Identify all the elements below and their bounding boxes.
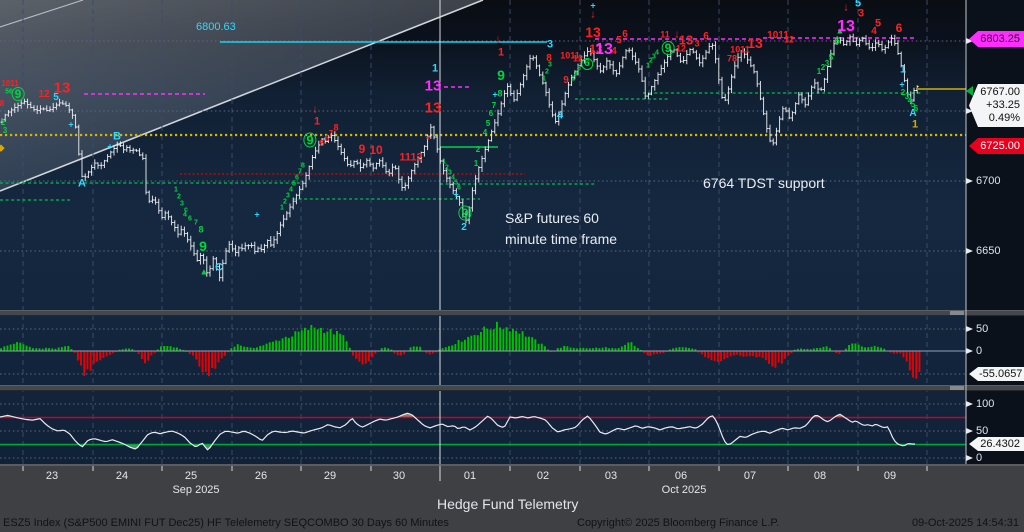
- bottom-band: [0, 464, 1024, 532]
- axis-strip-background: [966, 0, 1024, 464]
- divider-main-momentum[interactable]: [0, 310, 1024, 316]
- bloomberg-terminal-chart: 6803.25 6767.00 +33.25 0.49% 6725.00 -55…: [0, 0, 1024, 532]
- chart-canvas[interactable]: [0, 0, 1024, 532]
- divider-momentum-oscillator[interactable]: [0, 385, 1024, 391]
